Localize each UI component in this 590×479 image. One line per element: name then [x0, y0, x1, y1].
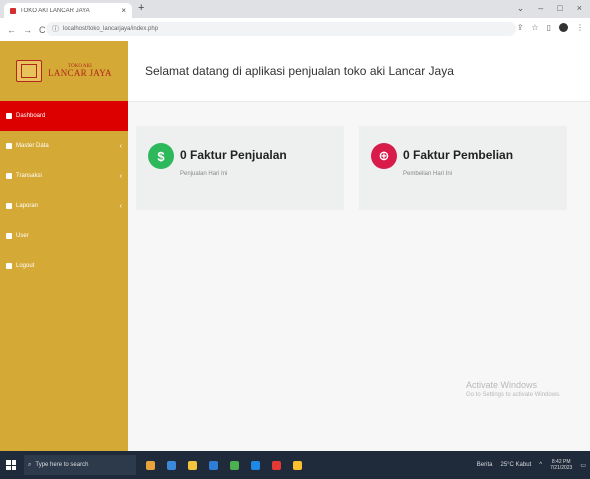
cash-icon: $: [148, 143, 174, 169]
sidebar-item-user[interactable]: User: [0, 221, 128, 251]
share-icon[interactable]: ⇪: [517, 23, 524, 32]
sidebar-item-label: User: [16, 233, 29, 239]
mail-icon[interactable]: [251, 460, 260, 470]
address-bar-row: ← → C ⓘ localhost/toko_lancarjaya/index.…: [0, 18, 590, 42]
user-icon: [6, 233, 12, 239]
taskbar-search[interactable]: ⌕ Type here to search: [24, 455, 136, 475]
news-label[interactable]: Berita: [477, 462, 493, 468]
sidebar-item-label: Laporan: [16, 203, 39, 209]
sales-invoice-card[interactable]: $ 0 Faktur Penjualan Penjualan Hari Ini: [136, 126, 344, 210]
sidebar-item-label: Dashboard: [16, 113, 46, 119]
clock-date: 7/21/2023: [550, 465, 573, 471]
card-subtitle: Pembelian Hari Ini: [403, 171, 453, 177]
minimize-button[interactable]: –: [538, 3, 543, 14]
profile-avatar[interactable]: [559, 23, 568, 32]
card-title: 0 Faktur Pembelian: [403, 148, 514, 162]
sidebar-item-dashboard[interactable]: Dashboard: [0, 101, 128, 131]
tray-chevron-icon[interactable]: ^: [539, 462, 542, 468]
brand-name: TOKO AKI LANCAR JAYA: [48, 64, 112, 78]
home-icon: [6, 113, 12, 119]
windows-start-icon[interactable]: [6, 460, 16, 470]
clock-time: 8:42 PM: [551, 458, 571, 465]
search-placeholder: Type here to search: [35, 462, 89, 468]
notification-icon[interactable]: ▭: [580, 462, 586, 469]
tab-title: TOKO AKI LANCAR JAYA: [20, 7, 90, 14]
cart-icon: [6, 173, 12, 179]
url-text: localhost/toko_lancarjaya/index.php: [63, 26, 159, 32]
sidebar-toggle-icon[interactable]: ▯: [547, 23, 551, 32]
tab-search-icon[interactable]: ⌄: [517, 3, 525, 14]
browser-tab-bar: TOKO AKI LANCAR JAYA × + ⌄ – □ ×: [0, 0, 590, 18]
report-icon: [6, 203, 12, 209]
close-window-button[interactable]: ×: [577, 3, 582, 14]
card-subtitle: Penjualan Hari Ini: [180, 171, 228, 177]
task-view-icon[interactable]: [146, 460, 155, 470]
purchase-invoice-card[interactable]: ⊕ 0 Faktur Pembelian Pembelian Hari Ini: [359, 126, 567, 210]
browser-toolbar-icons: ⇪ ☆ ▯ ⋮: [517, 23, 584, 32]
logout-icon: [6, 263, 12, 269]
chevron-left-icon: ‹: [119, 202, 122, 210]
chrome-icon[interactable]: [230, 460, 239, 470]
sidebar-item-label: Logout: [16, 263, 35, 269]
bookmark-star-icon[interactable]: ☆: [531, 23, 538, 32]
new-tab-button[interactable]: +: [138, 2, 144, 14]
store-icon[interactable]: [209, 460, 218, 470]
welcome-message: Selamat datang di aplikasi penjualan tok…: [145, 64, 454, 78]
clock[interactable]: 8:42 PM 7/21/2023: [550, 459, 572, 472]
chevron-left-icon: ‹: [119, 172, 122, 180]
sidebar-item-transaksi[interactable]: Transaksi ‹: [0, 161, 128, 191]
reload-icon[interactable]: C: [39, 25, 46, 35]
weather-label[interactable]: 25°C Kabut: [500, 462, 531, 468]
back-icon[interactable]: ←: [7, 25, 16, 35]
sidebar-item-laporan[interactable]: Laporan ‹: [0, 191, 128, 221]
brand-bottom-text: LANCAR JAYA: [48, 68, 112, 78]
tab-close-button[interactable]: ×: [121, 6, 126, 15]
watermark-line2: Go to Settings to activate Windows.: [466, 391, 561, 398]
watermark-line1: Activate Windows: [466, 380, 538, 390]
edge-icon[interactable]: [167, 460, 176, 470]
shopping-bag-icon: ⊕: [371, 143, 397, 169]
sidebar-item-master-data[interactable]: Master Data ‹: [0, 131, 128, 161]
sidebar-item-label: Transaksi: [16, 173, 42, 179]
maximize-button[interactable]: □: [557, 3, 562, 14]
browser-tab[interactable]: TOKO AKI LANCAR JAYA ×: [4, 3, 132, 18]
card-title: 0 Faktur Penjualan: [180, 148, 287, 162]
window-controls: ⌄ – □ ×: [517, 3, 582, 14]
menu-kebab-icon[interactable]: ⋮: [576, 23, 584, 32]
windows-taskbar: ⌕ Type here to search Berita 25°C Kabut …: [0, 451, 590, 479]
site-info-icon[interactable]: ⓘ: [52, 24, 59, 34]
activate-windows-watermark: Activate Windows Go to Settings to activ…: [466, 380, 561, 399]
favicon-icon: [10, 7, 16, 14]
file-explorer-icon[interactable]: [188, 460, 197, 470]
chevron-left-icon: ‹: [119, 142, 122, 150]
dashboard-content: $ 0 Faktur Penjualan Penjualan Hari Ini …: [128, 102, 590, 451]
url-field[interactable]: ⓘ localhost/toko_lancarjaya/index.php: [46, 22, 516, 36]
search-icon: ⌕: [28, 461, 32, 468]
database-icon: [6, 143, 12, 149]
app-icon[interactable]: [272, 460, 281, 470]
system-tray: Berita 25°C Kabut ^ 8:42 PM 7/21/2023 ▭: [477, 451, 586, 479]
sidebar: TOKO AKI LANCAR JAYA Dashboard Master Da…: [0, 41, 128, 451]
xampp-icon[interactable]: [293, 460, 302, 470]
battery-logo-icon: [16, 60, 43, 82]
brand-logo-area[interactable]: TOKO AKI LANCAR JAYA: [0, 41, 128, 101]
forward-icon[interactable]: →: [23, 25, 32, 35]
sidebar-item-logout[interactable]: Logout: [0, 251, 128, 281]
content-header: Selamat datang di aplikasi penjualan tok…: [128, 41, 590, 102]
sidebar-item-label: Master Data: [16, 143, 49, 149]
taskbar-apps: [146, 460, 302, 470]
